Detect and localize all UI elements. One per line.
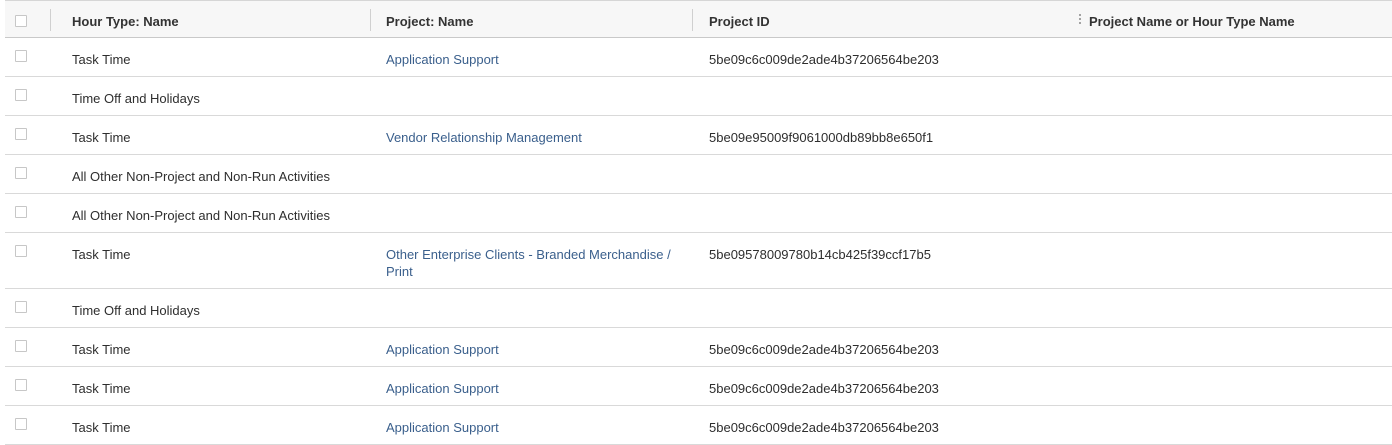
row-checkbox[interactable] — [15, 418, 29, 430]
hour-type-cell: Task Time — [72, 381, 131, 396]
project-id-cell: 5be09c6c009de2ade4b37206564be203 — [709, 342, 939, 357]
hour-type-cell: Task Time — [72, 52, 131, 67]
table-header: Hour Type: Name Project: Name Project ID… — [5, 0, 1392, 38]
hour-type-cell: Task Time — [72, 342, 131, 357]
column-resize-handle-icon[interactable] — [1079, 14, 1083, 28]
select-all-checkbox[interactable] — [15, 15, 29, 27]
project-name-link[interactable]: Application Support — [386, 380, 691, 397]
table-row[interactable]: Task Time Application Support 5be09c6c009d… — [5, 328, 1392, 367]
row-checkbox[interactable] — [15, 167, 29, 179]
project-name-link[interactable]: Application Support — [386, 341, 691, 358]
table-row[interactable]: Task Time Application Support 5be09c6c009d… — [5, 367, 1392, 406]
project-name-link[interactable]: Vendor Relationship Management — [386, 129, 691, 146]
column-separator — [50, 9, 51, 31]
table-row[interactable]: Time Off and Holidays — [5, 77, 1392, 116]
table-row[interactable]: Task Time Other Enterprise Clients - Bran… — [5, 233, 1392, 289]
table-row[interactable]: Task Time Application Support 5be09c6c009d… — [5, 38, 1392, 77]
row-checkbox[interactable] — [15, 50, 29, 62]
column-separator — [692, 9, 693, 31]
hour-type-cell: All Other Non-Project and Non-Run Activi… — [72, 208, 330, 223]
row-checkbox[interactable] — [15, 379, 29, 391]
project-id-cell: 5be09c6c009de2ade4b37206564be203 — [709, 381, 939, 396]
column-header-hour-type[interactable]: Hour Type: Name — [72, 14, 367, 29]
row-checkbox[interactable] — [15, 206, 29, 218]
hour-type-cell: Task Time — [72, 420, 131, 435]
project-name-link[interactable]: Application Support — [386, 419, 691, 436]
column-separator — [370, 9, 371, 31]
column-header-project-id[interactable]: Project ID — [709, 14, 1069, 29]
table-row[interactable]: All Other Non-Project and Non-Run Activi… — [5, 155, 1392, 194]
project-id-cell: 5be09578009780b14cb425f39ccf17b5 — [709, 247, 931, 262]
hour-type-cell: Time Off and Holidays — [72, 303, 200, 318]
hour-type-cell: All Other Non-Project and Non-Run Activi… — [72, 169, 330, 184]
table-body: Task Time Application Support 5be09c6c009d… — [5, 38, 1392, 445]
data-grid: Hour Type: Name Project: Name Project ID… — [5, 0, 1392, 445]
hour-type-cell: Task Time — [72, 130, 131, 145]
row-checkbox[interactable] — [15, 340, 29, 352]
table-row[interactable]: Time Off and Holidays — [5, 289, 1392, 328]
project-name-link[interactable]: Other Enterprise Clients - Branded Merch… — [386, 246, 691, 280]
project-id-cell: 5be09e95009f9061000db89bb8e650f1 — [709, 130, 934, 145]
column-header-combined-name[interactable]: Project Name or Hour Type Name — [1089, 14, 1389, 29]
column-header-project-name[interactable]: Project: Name — [386, 14, 691, 29]
table-row[interactable]: Task Time Application Support 5be09c6c009d… — [5, 406, 1392, 445]
row-checkbox[interactable] — [15, 128, 29, 140]
row-checkbox[interactable] — [15, 89, 29, 101]
hour-type-cell: Time Off and Holidays — [72, 91, 200, 106]
table-row[interactable]: All Other Non-Project and Non-Run Activi… — [5, 194, 1392, 233]
row-checkbox[interactable] — [15, 245, 29, 257]
hour-type-cell: Task Time — [72, 247, 131, 262]
row-checkbox[interactable] — [15, 301, 29, 313]
project-name-link[interactable]: Application Support — [386, 51, 691, 68]
project-id-cell: 5be09c6c009de2ade4b37206564be203 — [709, 52, 939, 67]
table-row[interactable]: Task Time Vendor Relationship Management 5… — [5, 116, 1392, 155]
project-id-cell: 5be09c6c009de2ade4b37206564be203 — [709, 420, 939, 435]
